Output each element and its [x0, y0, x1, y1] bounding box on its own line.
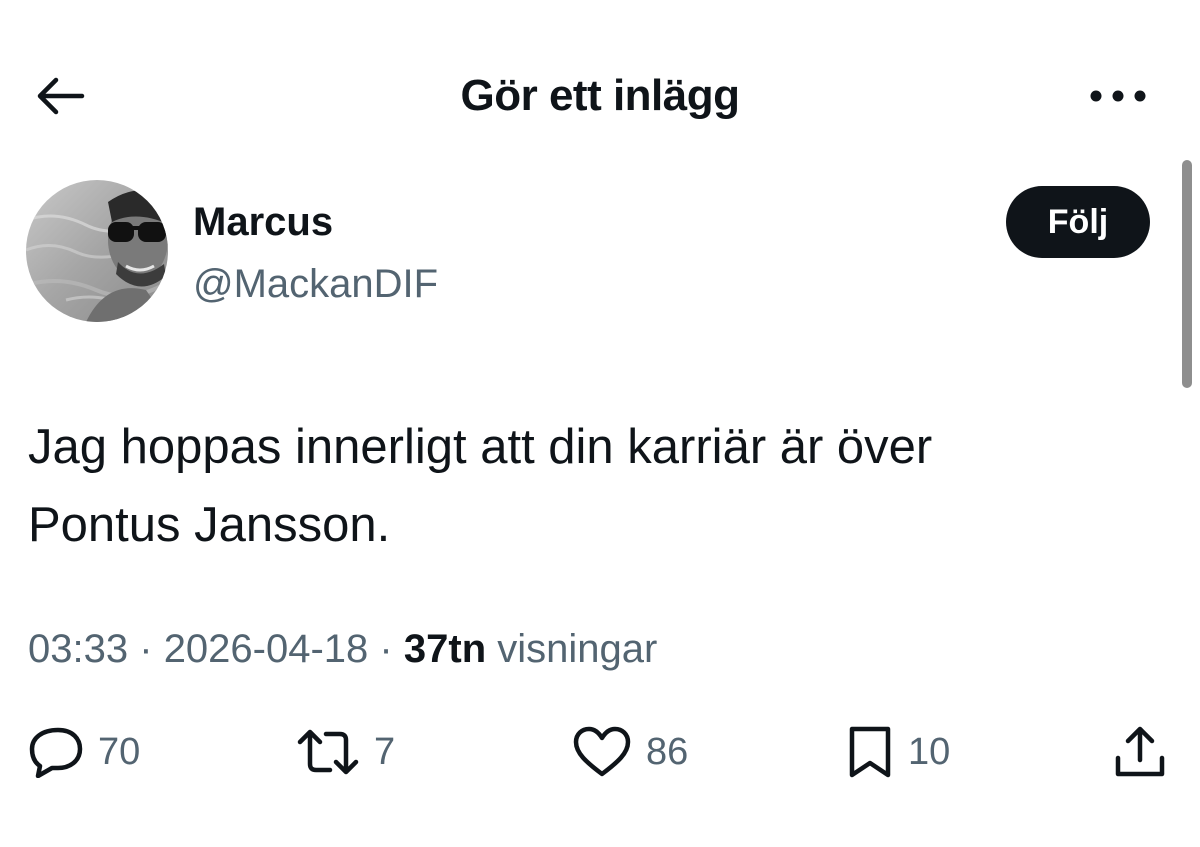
reply-count: 70 [98, 731, 141, 773]
meta-separator: · [139, 627, 153, 671]
tweet-text-line: Pontus Jansson. [28, 498, 391, 552]
views-count[interactable]: 37tn [404, 627, 486, 671]
tweet-date[interactable]: 2026-04-18 [164, 627, 369, 671]
tweet-text-line: Jag hoppas innerligt att din karriär är … [28, 420, 933, 474]
like-count: 86 [646, 731, 689, 773]
share-button[interactable] [1112, 720, 1168, 784]
scrollbar-thumb[interactable] [1182, 160, 1192, 388]
more-horizontal-icon [1090, 90, 1146, 102]
views-label[interactable]: visningar [497, 627, 657, 671]
repost-icon [297, 729, 359, 775]
author-name[interactable]: Marcus [193, 196, 333, 248]
page-title: Gör ett inlägg [460, 71, 741, 120]
follow-button[interactable]: Följ [1006, 186, 1150, 258]
reply-icon [29, 727, 83, 778]
author-handle[interactable]: @MackanDIF [193, 258, 438, 310]
tweet-meta: 03:33 · 2026-04-18 · 37tn visningar [28, 622, 657, 676]
avatar[interactable] [26, 180, 168, 322]
share-icon [1115, 726, 1165, 777]
tweet-time[interactable]: 03:33 [28, 627, 128, 671]
more-options-button[interactable] [1080, 70, 1156, 122]
like-button[interactable]: 86 [572, 720, 688, 784]
heart-icon [573, 726, 631, 777]
repost-count: 7 [374, 731, 396, 773]
tweet-text: Jag hoppas innerligt att din karriär är … [28, 408, 1148, 564]
repost-button[interactable]: 7 [296, 720, 395, 784]
top-bar: Gör ett inlägg [0, 0, 1200, 190]
meta-separator: · [379, 627, 393, 671]
reply-button[interactable]: 70 [28, 720, 140, 784]
bookmark-count: 10 [908, 731, 951, 773]
bookmark-icon [849, 726, 891, 778]
tweet-detail-page: Gör ett inlägg Marcus @MackanDIF Följ Ja… [0, 0, 1200, 847]
bookmark-button[interactable]: 10 [846, 720, 950, 784]
avatar-photo [26, 180, 168, 322]
